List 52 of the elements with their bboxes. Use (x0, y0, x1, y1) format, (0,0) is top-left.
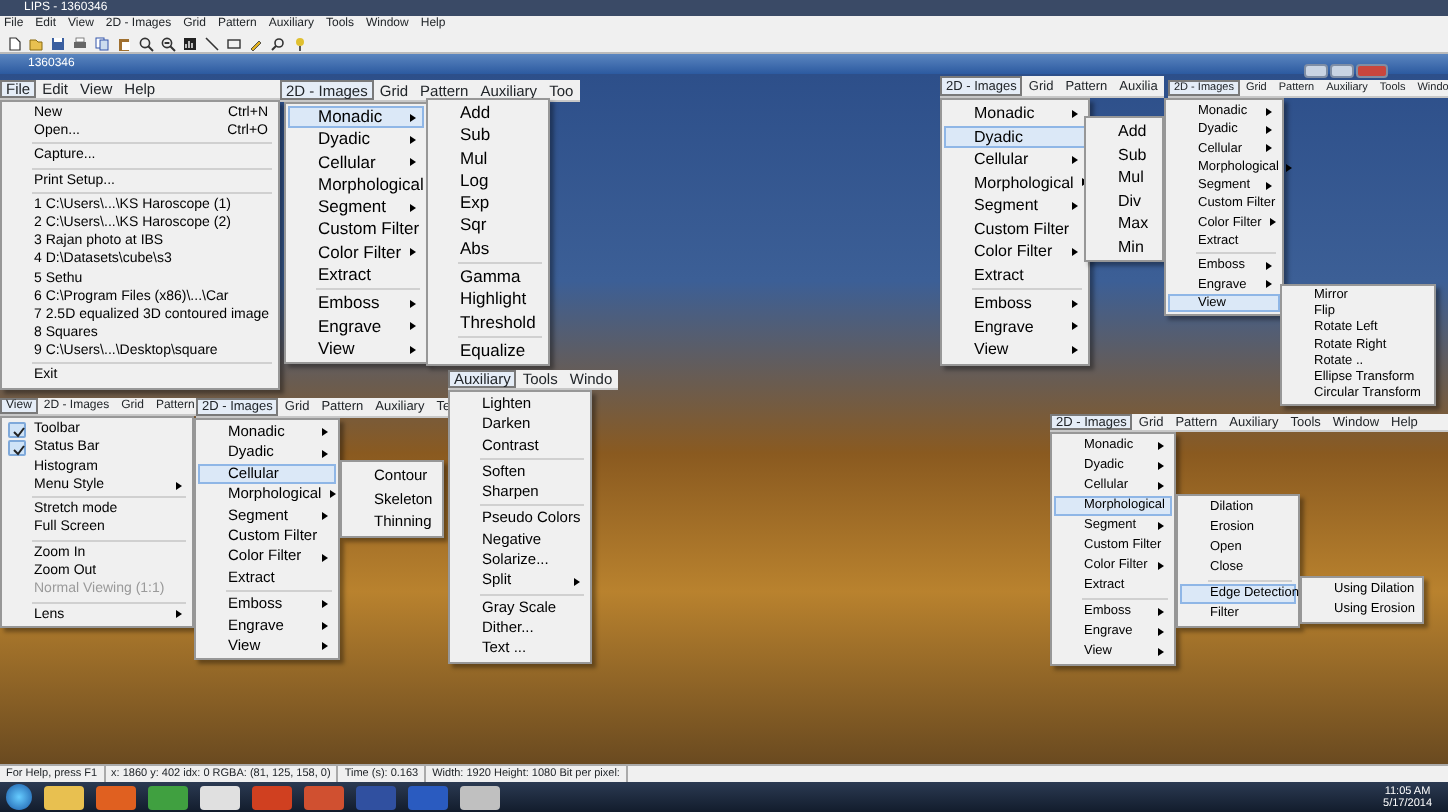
menu-item[interactable]: Color Filter (944, 240, 1086, 263)
zoom-out-icon[interactable] (160, 35, 176, 51)
menu-item[interactable]: Mul (1088, 166, 1160, 189)
search-icon[interactable] (270, 35, 286, 51)
menu-item[interactable]: Div (1088, 189, 1160, 212)
menu-item[interactable]: Dyadic (288, 128, 424, 152)
menu-item[interactable]: Equalize (430, 339, 546, 363)
maximize-button[interactable] (1330, 64, 1354, 78)
line-icon[interactable] (204, 35, 220, 51)
menu-item[interactable]: Min (1088, 235, 1160, 258)
menu-item[interactable]: Custom Filter (944, 217, 1086, 240)
minimize-button[interactable] (1304, 64, 1328, 78)
menu-item[interactable]: Emboss (288, 292, 424, 316)
menu-item[interactable]: Abs (430, 237, 546, 261)
menu-item[interactable]: Custom Filter (288, 218, 424, 242)
save-icon[interactable] (50, 35, 66, 51)
menu-item[interactable]: Add (1088, 120, 1160, 143)
menu-item[interactable]: Emboss (944, 292, 1086, 315)
print-icon[interactable] (72, 35, 88, 51)
menu-item[interactable]: Extract (944, 263, 1086, 286)
menu-item[interactable]: Segment (944, 194, 1086, 217)
menu-item[interactable]: Highlight (430, 288, 546, 312)
menu-item[interactable]: View (288, 337, 424, 361)
menu-item[interactable]: Sub (1088, 143, 1160, 166)
start-button[interactable] (6, 784, 32, 810)
menu-item[interactable]: Gamma (430, 266, 546, 289)
menu-item[interactable]: Mul (430, 147, 546, 170)
menu-item[interactable]: Threshold (430, 311, 546, 334)
taskbar-app-icon[interactable] (44, 785, 84, 809)
menu-item[interactable]: Cellular (944, 148, 1086, 171)
menu-item[interactable]: Engrave (944, 315, 1086, 338)
menu-item[interactable]: Sqr (430, 214, 546, 238)
zoom-in-icon[interactable] (138, 35, 154, 51)
menu-item[interactable]: Segment (288, 196, 424, 219)
taskbar-app-icon[interactable] (460, 785, 500, 809)
menu-item[interactable]: Add (430, 102, 546, 125)
menu-item[interactable]: Extract (288, 264, 424, 287)
menu-item[interactable]: Color Filter (288, 241, 424, 265)
menu-item[interactable]: View (944, 338, 1086, 361)
menu-item[interactable]: Max (1088, 212, 1160, 235)
taskbar-app-icon[interactable] (200, 785, 240, 809)
menu-item[interactable]: Monadic (944, 102, 1086, 125)
menu-item[interactable]: Dyadic (944, 125, 1086, 148)
menu-item[interactable]: Monadic (288, 106, 424, 129)
menu-item[interactable]: Exp (430, 192, 546, 215)
menu-item[interactable]: Log (430, 169, 546, 193)
menu-item[interactable]: Cellular (288, 151, 424, 174)
rectangle-icon[interactable] (226, 35, 242, 51)
menu-item[interactable]: Engrave (288, 315, 424, 338)
histogram-icon[interactable] (182, 35, 198, 51)
menu-item[interactable]: Sub (430, 124, 546, 148)
copy-icon[interactable] (94, 35, 110, 51)
